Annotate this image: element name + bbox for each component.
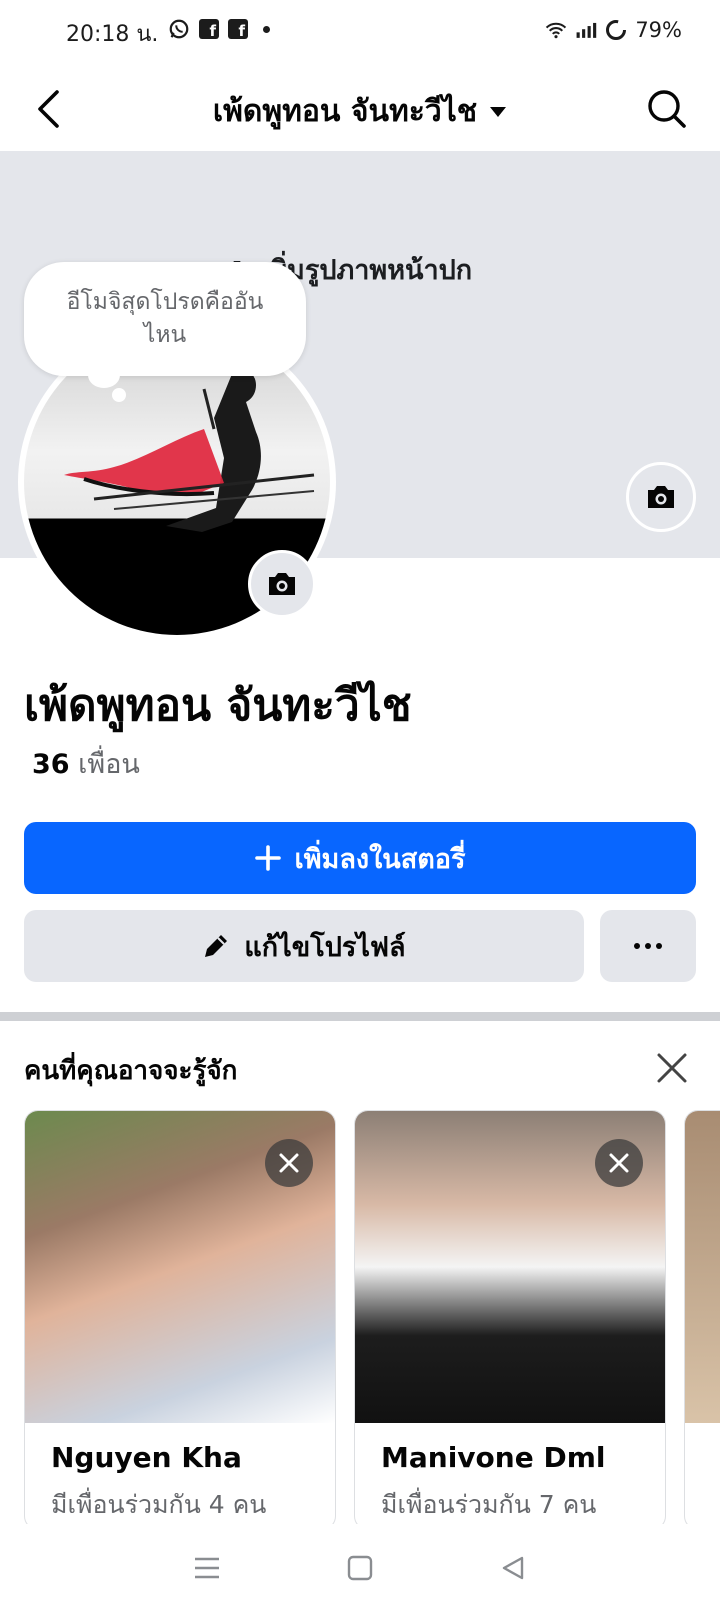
friends-label: เพื่อน <box>78 749 140 780</box>
more-icon <box>634 943 662 949</box>
battery-level: 79% <box>635 18 682 42</box>
edit-profile-label: แก้ไขโปรไฟล์ <box>244 931 406 963</box>
facebook-icon: f <box>228 19 248 39</box>
triangle-back-icon <box>503 1556 524 1580</box>
suggestion-photo <box>25 1111 335 1423</box>
recent-apps-button[interactable] <box>187 1548 227 1588</box>
suggestion-photo <box>355 1111 665 1423</box>
pymk-title: คนที่คุณอาจจะรู้จัก <box>24 1056 238 1086</box>
edit-cover-button[interactable] <box>626 462 696 532</box>
close-icon <box>279 1153 299 1173</box>
note-prompt: อีโมจิสุดโปรดคืออันไหน <box>66 288 264 348</box>
plus-icon <box>254 845 281 871</box>
status-bar: 20:18 น. f f 79% <box>0 0 720 66</box>
bubble-tail <box>88 362 120 388</box>
search-icon <box>648 90 686 128</box>
notification-icons: f f <box>168 18 270 40</box>
bubble-tail <box>112 388 126 402</box>
suggestion-photo <box>685 1111 720 1423</box>
nav-title-text: เพ้ดพูทอน จันทะวีไช <box>212 94 478 129</box>
camera-icon <box>269 573 295 595</box>
pymk-card-partial[interactable] <box>684 1110 720 1530</box>
home-button[interactable] <box>340 1548 380 1588</box>
note-bubble[interactable]: อีโมจิสุดโปรดคืออันไหน <box>24 262 306 376</box>
top-navigation: เพ้ดพูทอน จันทะวีไช <box>0 66 720 152</box>
close-icon <box>609 1153 629 1173</box>
status-time: 20:18 น. <box>66 22 159 47</box>
search-button[interactable] <box>644 86 690 132</box>
suggestion-name[interactable]: Manivone Dml <box>381 1441 605 1474</box>
mutual-friends: มีเพื่อนร่วมกัน 7 คน <box>381 1490 597 1519</box>
close-icon <box>657 1053 687 1083</box>
pencil-icon <box>205 935 228 957</box>
friends-count[interactable]: 36 เพื่อน <box>32 742 140 785</box>
facebook-icon: f <box>199 19 219 39</box>
square-icon <box>347 1555 373 1581</box>
profile-switcher[interactable]: เพ้ดพูทอน จันทะวีไช <box>0 88 720 135</box>
section-divider <box>0 1012 720 1021</box>
system-back-button[interactable] <box>493 1548 533 1588</box>
caret-down-icon <box>490 106 507 117</box>
wifi-icon <box>545 19 567 41</box>
edit-avatar-button[interactable] <box>248 550 316 618</box>
system-icons: 79% <box>545 18 682 42</box>
menu-icon <box>194 1557 219 1579</box>
system-navigation-bar <box>0 1524 720 1612</box>
add-to-story-button[interactable]: เพิ่มลงในสตอรี่ <box>24 822 696 894</box>
edit-profile-button[interactable]: แก้ไขโปรไฟล์ <box>24 910 584 982</box>
signal-icon <box>575 19 597 41</box>
suggestion-name[interactable]: Nguyen Kha <box>51 1441 242 1474</box>
card-remove-button[interactable] <box>595 1139 643 1187</box>
card-remove-button[interactable] <box>265 1139 313 1187</box>
profile-name: เพ้ดพูทอน จันทะวีไช <box>24 680 412 731</box>
mutual-friends: มีเพื่อนร่วมกัน 4 คน <box>51 1490 267 1519</box>
pymk-card[interactable]: Manivone Dml มีเพื่อนร่วมกัน 7 คน <box>354 1110 666 1530</box>
pymk-card[interactable]: Nguyen Kha มีเพื่อนร่วมกัน 4 คน <box>24 1110 336 1530</box>
camera-icon <box>648 486 674 508</box>
more-options-button[interactable] <box>600 910 696 982</box>
pymk-dismiss-button[interactable] <box>652 1048 692 1088</box>
more-notifications-icon <box>263 25 270 33</box>
add-to-story-label: เพิ่มลงในสตอรี่ <box>294 843 466 875</box>
battery-icon <box>605 19 627 41</box>
friends-number: 36 <box>32 749 70 780</box>
whatsapp-icon <box>168 18 190 40</box>
